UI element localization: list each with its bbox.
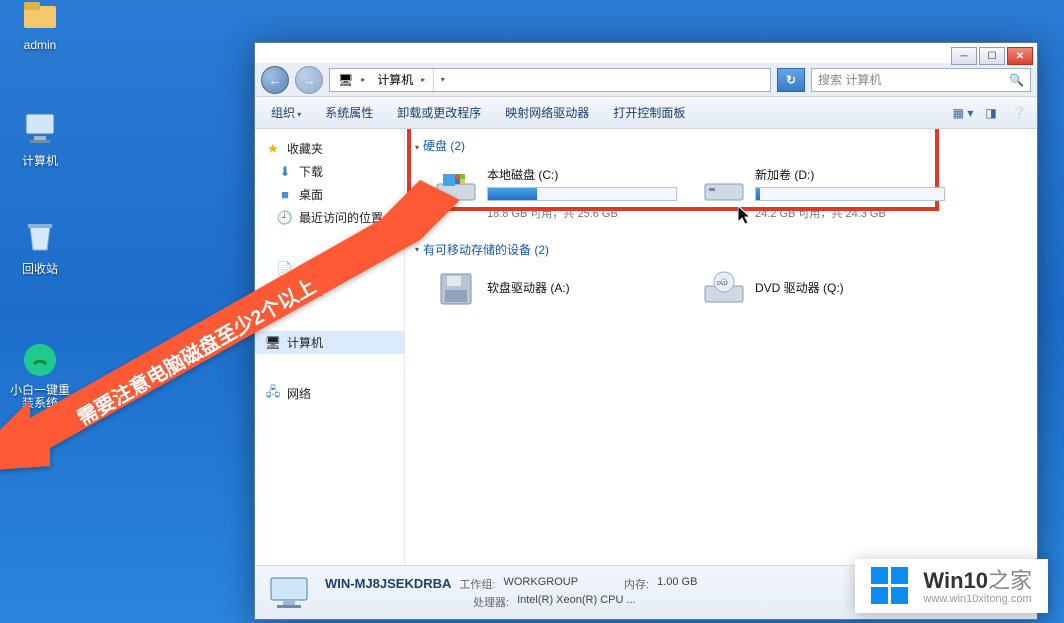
drive-usage-bar — [487, 187, 677, 201]
preview-pane-button[interactable]: ◨ — [979, 102, 1003, 124]
folder-icon — [20, 0, 60, 34]
sysprop-button[interactable]: 系统属性 — [315, 100, 383, 125]
cpu-label: 处理器: — [473, 594, 509, 610]
address-bar[interactable]: 🖥▸ 计算机▸ ▾ — [329, 68, 771, 92]
drive-name: 本地磁盘 (C:) — [487, 166, 677, 183]
uninstall-button[interactable]: 卸载或更改程序 — [387, 100, 491, 125]
minimize-button[interactable]: ─ — [951, 47, 977, 65]
drive-name: 新加卷 (D:) — [755, 166, 945, 183]
mem-value: 1.00 GB — [657, 576, 697, 592]
organize-button[interactable]: 组织 — [261, 100, 311, 125]
drive-usage-bar — [755, 187, 945, 201]
mem-label: 内存: — [624, 576, 649, 592]
refresh-button[interactable]: ↻ — [777, 68, 805, 92]
drive-sub: 24.2 GB 可用，共 24.3 GB — [755, 205, 945, 221]
computer-small-icon: 🖥 — [338, 73, 353, 87]
search-icon: 🔍 — [1009, 73, 1024, 87]
dvd-icon: DVD — [703, 268, 745, 310]
drive-q[interactable]: DVD DVD 驱动器 (Q:) — [697, 262, 937, 316]
back-button[interactable]: ← — [261, 66, 289, 94]
annotation-arrow: 需要注意电脑磁盘至少2个以上 — [0, 140, 470, 480]
breadcrumb-segment[interactable]: 计算机 — [377, 71, 413, 88]
maximize-button[interactable]: ☐ — [979, 47, 1005, 65]
forward-button[interactable]: → — [295, 66, 323, 94]
window-controls: ─ ☐ ✕ — [951, 47, 1033, 65]
view-button[interactable]: ▦ ▾ — [951, 102, 975, 124]
drive-name: DVD 驱动器 (Q:) — [755, 279, 844, 296]
drive-sub: 18.8 GB 可用，共 25.6 GB — [487, 205, 677, 221]
address-dropdown[interactable]: ▾ — [433, 69, 451, 91]
close-button[interactable]: ✕ — [1007, 47, 1033, 65]
desktop-icon-admin[interactable]: admin — [8, 0, 72, 52]
workgroup-label: 工作组: — [459, 576, 495, 592]
svg-text:DVD: DVD — [717, 281, 728, 287]
computer-icon — [267, 574, 311, 612]
desktop-icon-label: admin — [24, 38, 57, 52]
watermark-url: www.win10xitong.com — [923, 593, 1032, 606]
computer-name: WIN-MJ8JSEKDRBA — [325, 576, 451, 592]
search-input[interactable]: 搜索 计算机 🔍 — [811, 68, 1031, 92]
help-button[interactable]: ❔ — [1007, 102, 1031, 124]
ctrlpanel-button[interactable]: 打开控制面板 — [603, 100, 695, 125]
content-area: ▾ 硬盘 (2) 本地磁盘 (C:) 18.8 GB 可用，共 25.6 GB — [405, 129, 1037, 565]
windows-logo-icon — [871, 567, 911, 607]
workgroup-value: WORKGROUP — [503, 576, 578, 592]
search-placeholder: 搜索 计算机 — [818, 71, 881, 88]
annotation-text: 需要注意电脑磁盘至少2个以上 — [73, 274, 320, 430]
watermark: Win10之家 www.win10xitong.com — [855, 559, 1048, 613]
drive-icon — [703, 166, 745, 208]
watermark-brand-light: 之家 — [988, 568, 1032, 593]
watermark-brand: Win10 — [923, 568, 988, 593]
cpu-value: Intel(R) Xeon(R) CPU ... — [517, 594, 636, 610]
drive-d[interactable]: 新加卷 (D:) 24.2 GB 可用，共 24.3 GB — [697, 160, 937, 227]
mapnet-button[interactable]: 映射网络驱动器 — [495, 100, 599, 125]
toolbar: 组织 系统属性 卸载或更改程序 映射网络驱动器 打开控制面板 ▦ ▾ ◨ ❔ — [255, 97, 1037, 129]
drive-name: 软盘驱动器 (A:) — [487, 279, 570, 296]
address-row: ← → 🖥▸ 计算机▸ ▾ ↻ 搜索 计算机 🔍 — [255, 63, 1037, 97]
